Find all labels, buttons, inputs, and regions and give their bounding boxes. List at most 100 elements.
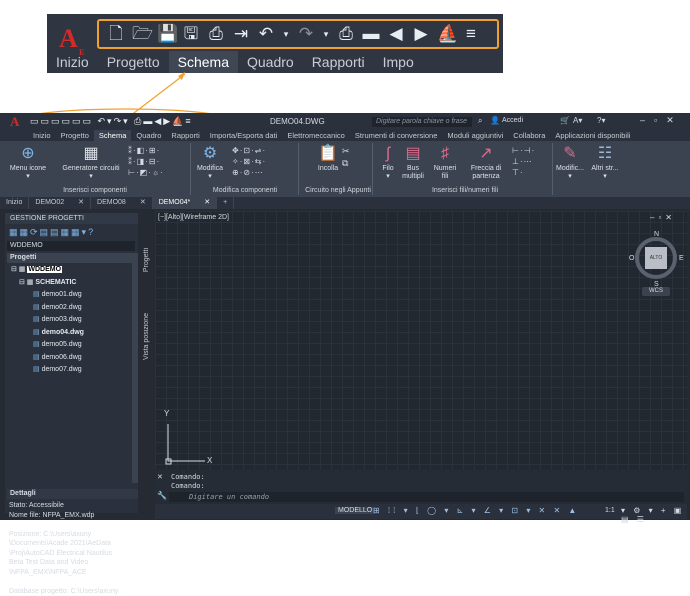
doc-tab-1[interactable]: DEMO02✕: [29, 197, 91, 209]
annotation-scale[interactable]: 1:1: [605, 507, 615, 514]
tree-file[interactable]: ▤ demo05.dwg: [33, 339, 84, 352]
status-right-icons[interactable]: ▾ ⚙ ▾ + ▣ ▤ ☰: [621, 506, 687, 524]
dwg-file-icon: ▤: [33, 304, 42, 311]
search-icon[interactable]: ⌕: [478, 116, 482, 126]
numeri-fili-button[interactable]: ♯Numeri fili: [430, 145, 460, 181]
modify-small-tools[interactable]: ✥·⊡·⇌·✧·⊠·⇆·⊕·⊘·⋯: [232, 145, 266, 178]
surf-icon[interactable]: ⛵: [437, 24, 455, 44]
viewport-controls[interactable]: –▫✕: [650, 213, 676, 222]
drawing-canvas[interactable]: [−][Alto][Wireframe 2D] –▫✕ N S O E ALTO…: [155, 211, 687, 469]
close-icon[interactable]: ✕: [204, 197, 210, 209]
ribbon-tab-4[interactable]: Rapporti: [166, 130, 204, 141]
zoom-tab-impo[interactable]: Impo: [374, 51, 423, 73]
tree-file[interactable]: ▤ demo02.dwg: [33, 302, 84, 315]
modific-button[interactable]: ✎Modific...▾: [554, 145, 586, 181]
tree-file[interactable]: ▤ demo04.dwg: [33, 327, 84, 340]
filo-button[interactable]: ʃFilo▾: [376, 145, 400, 181]
bus-button[interactable]: ▤Bus multipli: [400, 145, 426, 181]
tree-scrollbar[interactable]: [132, 253, 138, 483]
new-tab-icon[interactable]: +: [217, 197, 234, 209]
new-icon[interactable]: 🗋: [107, 24, 125, 44]
redo-dropdown-icon[interactable]: ▾: [322, 24, 330, 44]
close-icon[interactable]: ✕: [140, 197, 146, 209]
tree-file[interactable]: ▤ demo07.dwg: [33, 364, 84, 377]
ribbon-tab-6[interactable]: Elettromeccanico: [282, 130, 350, 141]
ribbon-tab-2[interactable]: Schema: [94, 130, 132, 141]
vista-posizione-vertical-tab[interactable]: Vista posizione: [143, 313, 150, 360]
generatore-label: Generatore circuiti: [62, 165, 119, 172]
undo-dropdown-icon[interactable]: ▾: [282, 24, 290, 44]
insert-small-tools[interactable]: ⁑·◧·⊞·⁑·◨·⊟·⊢·◩·☼·: [128, 145, 164, 178]
modifica-componenti-label[interactable]: Modifica componenti: [200, 187, 290, 194]
window-controls[interactable]: –▫✕: [640, 115, 683, 126]
user-icon[interactable]: 👤: [490, 116, 500, 125]
modifica-button[interactable]: ⚙Modifica▾: [194, 145, 226, 181]
wrench-icon[interactable]: 🔧: [157, 491, 167, 500]
redo-icon[interactable]: ↷: [297, 24, 315, 44]
wcs-menu[interactable]: WCS: [642, 287, 670, 296]
status-toggles[interactable]: ⊞ ⁞⁞ ▾ ⌊ ◯ ▾ ⊾ ▾ ∠ ▾ ⊡ ▾ ✕ ✕ ▲: [373, 506, 579, 515]
command-input[interactable]: Digitare un comando: [169, 492, 684, 502]
cart-icon[interactable]: 🛒: [560, 116, 570, 125]
help-icon[interactable]: ?▾: [597, 116, 605, 125]
generatore-button[interactable]: ▦Generatore circuiti▾: [58, 145, 124, 181]
model-toggle[interactable]: MODELLO: [335, 507, 375, 514]
open-icon[interactable]: 🗁: [132, 24, 150, 44]
signin-button[interactable]: Accedi: [502, 117, 523, 124]
tree-folder[interactable]: ⊟ ▦ SCHEMATIC: [11, 277, 84, 290]
altri-label: Altri str...: [591, 165, 618, 172]
doc-tab-2[interactable]: DEMO08✕: [91, 197, 153, 209]
inserisci-componenti-label[interactable]: Inserisci componenti: [40, 187, 150, 194]
print-icon[interactable]: ⎙: [337, 24, 355, 44]
tree-folder-label: SCHEMATIC: [35, 279, 76, 286]
tree-file[interactable]: ▤ demo01.dwg: [33, 289, 84, 302]
cmd-close-icon[interactable]: ✕: [157, 473, 163, 481]
tree-root-label: WDDEMO: [27, 266, 62, 273]
ribbon-tab-5[interactable]: Importa/Esporta dati: [205, 130, 283, 141]
search-input[interactable]: Digitare parola chiave o frase: [372, 117, 472, 127]
wire-small-tools[interactable]: ⊢·⊣·⊥·⋯⊤·: [512, 145, 535, 178]
project-select[interactable]: WDDEMO: [7, 241, 135, 251]
ribbon-tab-9[interactable]: Collabora: [508, 130, 550, 141]
tree-file[interactable]: ▤ demo03.dwg: [33, 314, 84, 327]
app-logo-small[interactable]: A: [10, 114, 19, 130]
customize-icon[interactable]: ≡: [462, 24, 480, 44]
forward-icon[interactable]: ▶: [412, 24, 430, 44]
doc-tab-0[interactable]: Inizio: [0, 197, 29, 209]
view-controls[interactable]: [−][Alto][Wireframe 2D]: [158, 214, 229, 221]
tree-root[interactable]: ⊟ ▦ WDDEMO: [11, 264, 84, 277]
close-icon[interactable]: ✕: [78, 197, 84, 209]
incolla-button[interactable]: 📋Incolla: [310, 145, 346, 173]
ribbon-tab-8[interactable]: Moduli aggiuntivi: [442, 130, 508, 141]
inserisci-fili-label[interactable]: Inserisci fili/numeri fili: [400, 187, 530, 194]
progetti-vertical-tab[interactable]: Progetti: [143, 248, 150, 272]
menu-icone-button[interactable]: ⊕Menu icone▾: [8, 145, 48, 181]
save-icon[interactable]: 💾: [157, 24, 175, 44]
altri-button[interactable]: ☷Altri str...▾: [588, 145, 622, 181]
detail-line: Posizione: C:\Users\axuny: [9, 530, 129, 540]
undo-icon[interactable]: ↶: [257, 24, 275, 44]
import-icon[interactable]: ⇥: [232, 24, 250, 44]
export-icon[interactable]: ⎙: [207, 24, 225, 44]
freccia-button[interactable]: ↗Freccia di partenza: [464, 145, 508, 181]
tree-file-label: demo04.dwg: [42, 329, 84, 336]
detail-line: \Documents\Acade 2021\AeData: [9, 539, 129, 549]
ribbon-tab-1[interactable]: Progetto: [56, 130, 94, 141]
tree-file[interactable]: ▤ demo06.dwg: [33, 352, 84, 365]
autodesk-icon[interactable]: A▾: [573, 116, 582, 125]
ribbon-tab-10[interactable]: Applicazioni disponibili: [550, 130, 635, 141]
back-icon[interactable]: ◀: [387, 24, 405, 44]
compass-o: O: [629, 255, 634, 262]
project-toolbar[interactable]: ▦▦⟳▤▤▦▦▾?: [9, 227, 95, 238]
folder-icon[interactable]: ▬: [362, 24, 380, 44]
save-as-icon[interactable]: 🖫: [182, 24, 200, 44]
doc-tab-3[interactable]: DEMO04*✕: [153, 197, 217, 209]
ribbon-tab-0[interactable]: Inizio: [28, 130, 56, 141]
clipboard-small-tools[interactable]: ✂⧉: [342, 145, 350, 169]
ribbon-tab-3[interactable]: Quadro: [131, 130, 166, 141]
quick-access-toolbar[interactable]: ▭▭▭▭▭▭ ↶▾↷▾ ⎙▬◀▶⛵≡: [30, 116, 193, 127]
app-logo[interactable]: AE: [59, 24, 78, 54]
zoom-tab-rapporti[interactable]: Rapporti: [303, 51, 374, 73]
ribbon-tab-7[interactable]: Strumenti di conversione: [350, 130, 443, 141]
viewcube[interactable]: ALTO: [645, 247, 667, 269]
